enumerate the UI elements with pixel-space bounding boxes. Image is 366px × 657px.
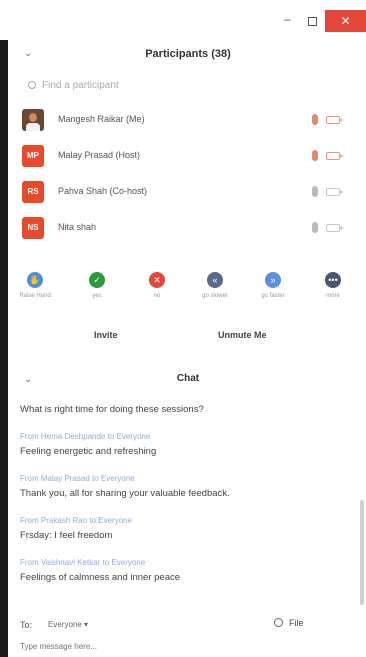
reaction-button[interactable]: ••• more [308, 272, 358, 299]
reaction-icon: » [265, 272, 281, 288]
unmute-me-button[interactable]: Unmute Me [218, 330, 267, 340]
reaction-icon: ✓ [89, 272, 105, 288]
avatar [22, 109, 44, 131]
chat-input[interactable] [20, 642, 350, 651]
participant-row[interactable]: RS Pahva Shah (Co-host) [20, 180, 356, 206]
message-text: Feeling energetic and refreshing [20, 446, 157, 457]
chat-message: From Hema Deshpande to Everyone Feeling e… [20, 432, 356, 457]
chat-message: From Malay Prasad to Everyone Thank you, … [20, 474, 356, 499]
participant-name: Pahva Shah (Co-host) [58, 186, 148, 196]
reaction-button[interactable]: « go slower [190, 272, 240, 299]
file-label: File [289, 618, 304, 628]
close-button[interactable]: ✕ [325, 10, 366, 32]
reaction-label: no [153, 293, 161, 299]
participant-name: Malay Prasad (Host) [58, 150, 141, 160]
message-sender[interactable]: From Vaishnavi Ketkar to Everyone [20, 558, 356, 567]
search-icon [28, 81, 36, 89]
window-titlebar: – ✕ [0, 0, 366, 40]
minimize-button[interactable]: – [284, 12, 291, 26]
chat-header: ⌄ Chat [14, 370, 362, 390]
video-camera-icon [326, 188, 344, 196]
message-sender[interactable]: From Hema Deshpande to Everyone [20, 432, 356, 441]
reaction-icon: ✋ [27, 272, 43, 288]
message-sender[interactable]: From Malay Prasad to Everyone [20, 474, 356, 483]
participants-title: Participants (38) [145, 48, 231, 60]
reaction-label: go slower [202, 293, 228, 299]
microphone-icon [312, 114, 318, 125]
chat-message: From Prakash Rao to Everyone Frsday: I fe… [20, 516, 356, 541]
reaction-label: more [326, 293, 340, 299]
message-sender[interactable]: From Prakash Rao to Everyone [20, 516, 356, 525]
recipient-select[interactable]: Everyone ▾ [48, 620, 88, 629]
invite-button[interactable]: Invite [94, 330, 118, 340]
chat-messages: What is right time for doing these sessi… [20, 404, 356, 583]
participant-name: Mangesh Raikar (Me) [58, 114, 145, 124]
participant-row[interactable]: Mangesh Raikar (Me) [20, 108, 356, 134]
reaction-button[interactable]: ✕ no [132, 272, 182, 299]
file-icon [274, 618, 283, 627]
chat-recipient-row: To: Everyone ▾ File [20, 618, 356, 634]
message-text: Thank you, all for sharing your valuable… [20, 488, 230, 499]
avatar: RS [22, 181, 44, 203]
file-button[interactable]: File [274, 618, 304, 628]
reaction-icon: « [207, 272, 223, 288]
reaction-label: Raise Hand [19, 293, 51, 299]
reaction-button[interactable]: ✓ yes [72, 272, 122, 299]
microphone-icon [312, 222, 318, 233]
chat-scrollbar[interactable] [360, 500, 364, 605]
reaction-label: yes [92, 293, 102, 299]
chat-message-text: What is right time for doing these sessi… [20, 404, 204, 415]
message-text: Frsday: I feel freedom [20, 530, 113, 541]
avatar: MP [22, 145, 44, 167]
to-label: To: [20, 620, 33, 630]
video-camera-icon [326, 116, 344, 124]
reaction-icon: ✕ [149, 272, 165, 288]
reaction-button[interactable]: » go faster [248, 272, 298, 299]
restore-icon[interactable] [308, 17, 317, 26]
microphone-icon [312, 186, 318, 197]
participant-name: Nita shah [58, 222, 97, 232]
search-placeholder: Find a participant [42, 80, 119, 91]
chat-title: Chat [176, 373, 200, 384]
participants-header: ⌄ Participants (38) [14, 44, 362, 66]
participant-row[interactable]: NS Nita shah [20, 216, 356, 242]
microphone-icon [312, 150, 318, 161]
participant-row[interactable]: MP Malay Prasad (Host) [20, 144, 356, 170]
participant-search[interactable]: Find a participant [28, 80, 348, 96]
recipient-value: Everyone [48, 620, 82, 629]
background-window-edge [0, 40, 8, 657]
video-camera-icon [326, 152, 344, 160]
message-text: Feelings of calmness and inner peace [20, 572, 181, 583]
chat-message: From Vaishnavi Ketkar to Everyone Feeling… [20, 558, 356, 583]
reaction-bar: ✋ Raise Hand ✓ yes ✕ no « go slower » go faster ••… [10, 272, 360, 308]
avatar: NS [22, 217, 44, 239]
video-camera-icon [326, 224, 344, 232]
reaction-button[interactable]: ✋ Raise Hand [10, 272, 60, 299]
reaction-label: go faster [261, 293, 285, 299]
participant-actions: Invite Unmute Me [0, 330, 366, 346]
reaction-icon: ••• [325, 272, 341, 288]
